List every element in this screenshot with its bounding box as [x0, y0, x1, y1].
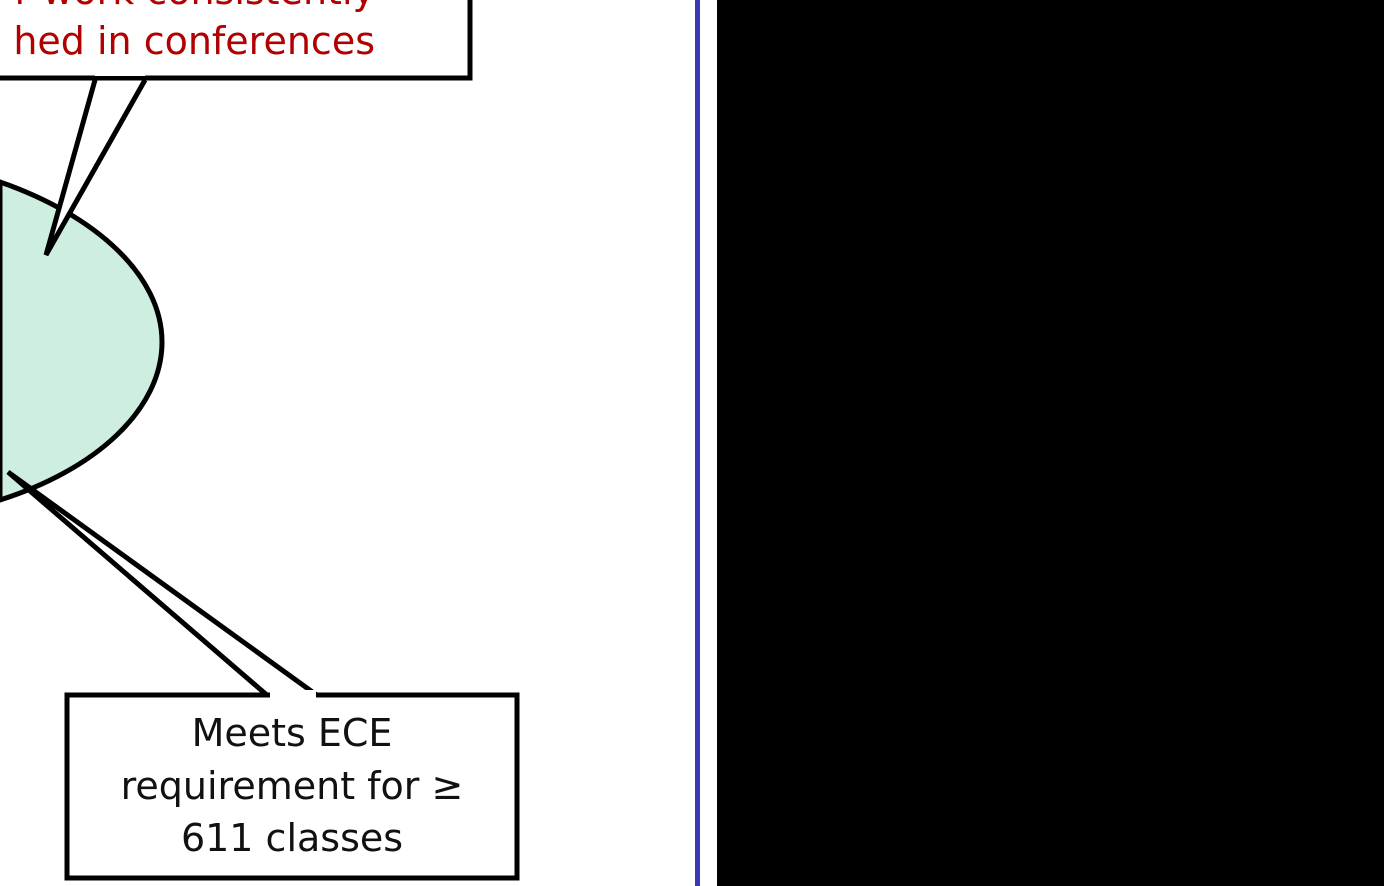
bottom-callout-line1: Meets ECE: [192, 711, 393, 755]
top-callout-line1: r work consistently: [15, 0, 375, 13]
bottom-callout-line2: requirement for ≥: [121, 764, 464, 808]
topic-ellipse: [0, 179, 165, 503]
bottom-callout-pointer: [6, 469, 320, 699]
slide-divider: [695, 0, 700, 886]
bottom-callout-line3: 611 classes: [181, 816, 403, 860]
top-callout-line2: hed in conferences: [13, 19, 375, 63]
black-panel: [717, 0, 1384, 886]
